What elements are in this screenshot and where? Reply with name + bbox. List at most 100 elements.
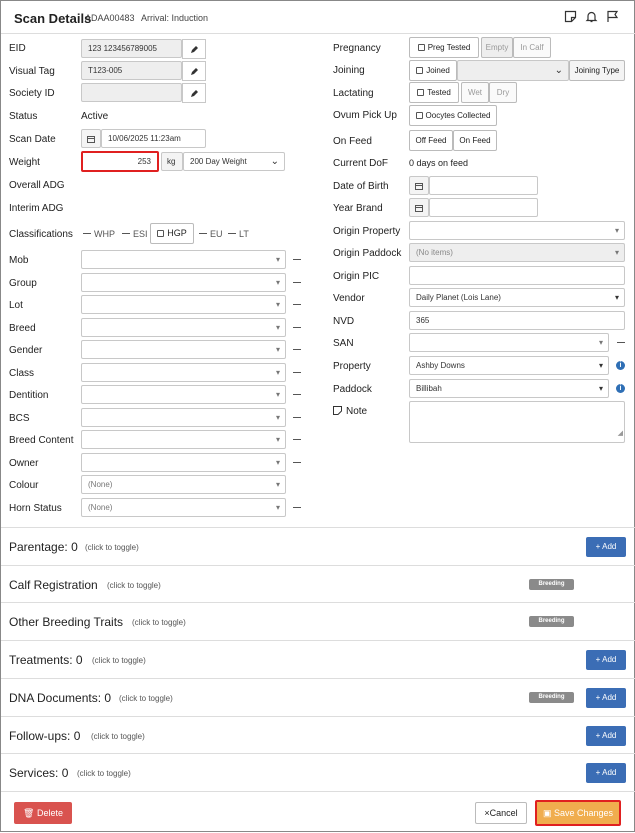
dash <box>293 259 301 260</box>
info-icon[interactable]: i <box>616 361 625 370</box>
preg-tested-checkbox[interactable]: Preg Tested <box>409 37 479 58</box>
oocytes-collected-checkbox[interactable]: Oocytes Collected <box>409 105 497 126</box>
section-title: Follow-ups: 0 <box>9 729 80 743</box>
caret-down-icon: ▾ <box>275 413 280 422</box>
breed-content-label: Breed Content <box>9 435 74 446</box>
classification-hgp-checkbox[interactable]: HGP <box>150 223 194 244</box>
section-title: Calf Registration <box>9 578 98 592</box>
scan-date-field[interactable]: 10/06/2025 11:23am <box>101 129 206 148</box>
origin-property-select[interactable]: ▾ <box>409 221 625 240</box>
gender-select[interactable]: ▾ <box>81 340 286 359</box>
colour-select[interactable]: (None) ▾ <box>81 475 286 494</box>
pregnancy-empty-option[interactable]: Empty <box>481 37 513 58</box>
property-select[interactable]: Ashby Downs ▾ <box>409 356 609 375</box>
trash-icon: 🗑 <box>23 808 35 818</box>
origin-paddock-select[interactable]: (No items) ▾ <box>409 243 625 262</box>
dentition-select[interactable]: ▾ <box>81 385 286 404</box>
caret-down-icon: ▾ <box>275 323 280 332</box>
other-breeding-traits-section[interactable]: Other Breeding Traits (click to toggle) … <box>1 602 635 640</box>
group-select[interactable]: ▾ <box>81 273 286 292</box>
checkbox-icon <box>417 44 425 51</box>
on-feed-option[interactable]: On Feed <box>453 130 497 151</box>
info-icon[interactable]: i <box>616 384 625 393</box>
delete-button[interactable]: 🗑 Delete <box>14 802 72 824</box>
calendar-icon[interactable] <box>81 129 101 148</box>
note-icon[interactable] <box>564 10 578 24</box>
add-parentage-button[interactable]: + Add <box>586 537 626 557</box>
pencil-icon <box>191 90 198 97</box>
class-select[interactable]: ▾ <box>81 363 286 382</box>
society-id-field[interactable] <box>81 83 182 102</box>
status-value: Active <box>81 111 109 122</box>
origin-pic-field[interactable] <box>409 266 625 285</box>
owner-select[interactable]: ▾ <box>81 453 286 472</box>
lactating-dry-option[interactable]: Dry <box>489 82 517 103</box>
services-section[interactable]: Services: 0 (click to toggle) + Add <box>1 753 635 791</box>
joining-label: Joining <box>333 65 365 76</box>
interim-adg-label: Interim ADG <box>9 203 64 214</box>
nvd-field[interactable]: 365 <box>409 311 625 330</box>
caret-down-icon: ▾ <box>275 458 280 467</box>
parentage-section[interactable]: Parentage: 0 (click to toggle) + Add <box>1 527 635 565</box>
dna-documents-section[interactable]: DNA Documents: 0 (click to toggle) Breed… <box>1 678 635 716</box>
lot-select[interactable]: ▾ <box>81 295 286 314</box>
calf-registration-section[interactable]: Calf Registration (click to toggle) Bree… <box>1 565 635 603</box>
edit-eid-button[interactable] <box>182 39 206 59</box>
add-dna-document-button[interactable]: + Add <box>586 688 626 708</box>
lactating-tested-label: Tested <box>427 88 451 97</box>
add-treatment-button[interactable]: + Add <box>586 650 626 670</box>
flag-icon[interactable] <box>606 10 620 24</box>
caret-down-icon: ▾ <box>614 226 619 235</box>
dash <box>293 372 301 373</box>
joined-checkbox[interactable]: Joined <box>409 60 457 81</box>
lactating-tested-checkbox[interactable]: Tested <box>409 82 459 103</box>
joining-select[interactable]: ⌄ <box>457 60 569 81</box>
follow-ups-section[interactable]: Follow-ups: 0 (click to toggle) + Add <box>1 716 635 754</box>
eid-field[interactable]: 123 123456789005 <box>81 39 182 58</box>
vendor-select[interactable]: Daily Planet (Lois Lane) ▾ <box>409 288 625 307</box>
bell-icon[interactable] <box>585 10 599 24</box>
caret-down-icon: ▾ <box>275 345 280 354</box>
weight-input[interactable]: 253 <box>81 151 159 172</box>
treatments-section[interactable]: Treatments: 0 (click to toggle) + Add <box>1 640 635 678</box>
add-follow-up-button[interactable]: + Add <box>586 726 626 746</box>
note-textarea[interactable]: ◢ <box>409 401 625 443</box>
weight-type-select[interactable]: 200 Day Weight ⌄ <box>183 152 285 171</box>
calendar-icon[interactable] <box>409 176 429 195</box>
mob-select[interactable]: ▾ <box>81 250 286 269</box>
dash <box>293 394 301 395</box>
edit-visual-tag-button[interactable] <box>182 61 206 81</box>
cancel-button[interactable]: ×Cancel <box>475 802 527 824</box>
breed-select[interactable]: ▾ <box>81 318 286 337</box>
breed-content-select[interactable]: ▾ <box>81 430 286 449</box>
edit-society-id-button[interactable] <box>182 83 206 103</box>
classification-whp[interactable]: WHP <box>94 229 115 239</box>
checkbox-icon <box>417 89 425 96</box>
toggle-hint: (click to toggle) <box>77 769 131 778</box>
horn-status-select[interactable]: (None) ▾ <box>81 498 286 517</box>
year-brand-field[interactable] <box>429 198 538 217</box>
dash <box>293 282 301 283</box>
header: Scan Details ADAA00483 Arrival: Inductio… <box>1 1 635 34</box>
joining-type-button[interactable]: Joining Type <box>569 60 625 81</box>
off-feed-option[interactable]: Off Feed <box>409 130 453 151</box>
pregnancy-in-calf-option[interactable]: In Calf <box>513 37 551 58</box>
classification-lt[interactable]: LT <box>239 229 249 239</box>
resize-handle-icon[interactable]: ◢ <box>618 425 623 442</box>
calendar-icon[interactable] <box>409 198 429 217</box>
dentition-label: Dentition <box>9 390 49 401</box>
classification-eu[interactable]: EU <box>210 229 223 239</box>
save-changes-button[interactable]: ▣ Save Changes <box>535 800 621 826</box>
dash <box>293 304 301 305</box>
dob-field[interactable] <box>429 176 538 195</box>
lactating-wet-option[interactable]: Wet <box>461 82 489 103</box>
add-service-button[interactable]: + Add <box>586 763 626 783</box>
classification-esi[interactable]: ESI <box>133 229 148 239</box>
origin-paddock-label: Origin Paddock <box>333 248 402 259</box>
weight-type-value: 200 Day Weight <box>190 157 247 166</box>
san-select[interactable]: ▾ <box>409 333 609 352</box>
paddock-select[interactable]: Billibah ▾ <box>409 379 609 398</box>
visual-tag-field[interactable]: T123-005 <box>81 61 182 80</box>
section-count: 0 <box>71 540 78 554</box>
bcs-select[interactable]: ▾ <box>81 408 286 427</box>
